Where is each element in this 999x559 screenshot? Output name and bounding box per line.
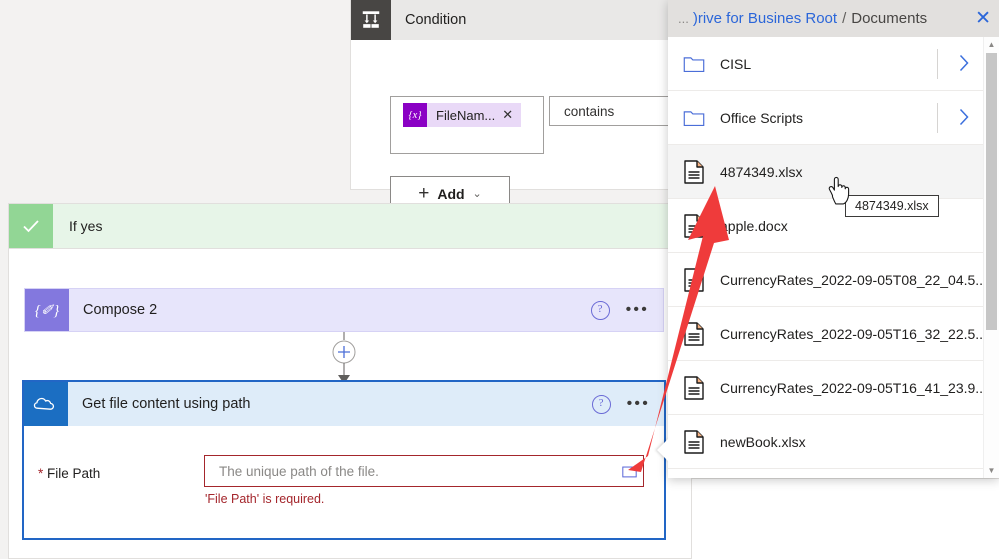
file-picker-list[interactable]: CISL Office Scripts 4874349.xlsx apple.docx… [668, 37, 984, 478]
token-label: FileNam... [436, 107, 496, 123]
row-divider [937, 49, 938, 79]
flow-connector [332, 332, 356, 384]
folder-icon [668, 109, 720, 127]
dynamic-content-token[interactable]: {x} FileNam... ✕ [403, 103, 522, 127]
condition-left-operand[interactable]: {x} FileNam... ✕ [390, 96, 544, 154]
breadcrumb: ... )rive for Busines Root / Documents [678, 10, 927, 27]
file-path-label: * File Path [38, 466, 100, 481]
required-marker: * [38, 466, 44, 481]
breadcrumb-root-link[interactable]: )rive for Busines Root [693, 10, 837, 27]
file-picker-file-row[interactable]: CurrencyRates_2022-09-05T16_32_22.5... [668, 307, 984, 361]
file-picker-scrollbar[interactable]: ▲ ▼ [983, 37, 999, 478]
file-picker-item-label: CISL [720, 55, 752, 72]
chevron-right-icon[interactable] [958, 54, 970, 75]
file-picker-file-row[interactable]: CurrencyRates_2022-09-05T08_22_04.5... [668, 253, 984, 307]
check-icon [9, 204, 53, 248]
condition-operand-cell[interactable]: {x} FileNam... ✕ [390, 96, 544, 154]
breadcrumb-current: Documents [851, 10, 928, 27]
condition-icon [351, 0, 391, 40]
file-picker-popup[interactable]: ... )rive for Busines Root / Documents ✕… [657, 0, 999, 478]
chevron-right-icon[interactable] [958, 108, 970, 129]
condition-card[interactable]: Condition {x} FileNam... ✕ contains + Ad… [350, 0, 684, 211]
file-picker-folder-row[interactable]: CISL [668, 37, 984, 91]
compose-2-header[interactable]: {✐} Compose 2 ? ••• [25, 289, 663, 331]
get-file-content-body: * File Path The unique path of the file.… [24, 426, 664, 538]
file-picker-item-label: apple.docx [720, 217, 788, 234]
get-file-content-header[interactable]: Get file content using path ? ••• [24, 382, 664, 426]
file-path-label-text: File Path [47, 466, 101, 481]
chevron-down-icon: ⌄ [472, 188, 482, 200]
file-icon [668, 213, 720, 238]
picker-background-panel [676, 478, 999, 559]
file-picker-item-label: 4874349.xlsx [720, 163, 803, 180]
compose-2-actions: ? ••• [590, 300, 663, 320]
add-button-label: Add [437, 185, 465, 202]
compose-2-card[interactable]: {✐} Compose 2 ? ••• [24, 288, 664, 332]
scroll-down-icon[interactable]: ▼ [984, 463, 999, 478]
file-path-error: 'File Path' is required. [205, 492, 325, 506]
folder-icon [668, 55, 720, 73]
get-file-content-card[interactable]: Get file content using path ? ••• * File… [22, 380, 666, 540]
file-picker-item-label: CurrencyRates_2022-09-05T16_41_23.9... [720, 379, 984, 396]
file-icon [668, 159, 720, 184]
breadcrumb-separator: / [842, 10, 847, 27]
close-icon[interactable]: ✕ [967, 9, 991, 28]
more-options-icon[interactable]: ••• [626, 302, 649, 318]
help-icon[interactable]: ? [591, 394, 611, 414]
file-picker-item-label: CurrencyRates_2022-09-05T08_22_04.5... [720, 271, 984, 288]
file-icon [668, 375, 720, 400]
file-picker-item-label: newBook.xlsx [720, 433, 806, 450]
close-icon[interactable]: ✕ [502, 107, 521, 123]
condition-operator-select[interactable]: contains [549, 96, 684, 126]
file-picker-file-row[interactable]: newBook.xlsx [668, 415, 984, 469]
condition-operator-value: contains [564, 103, 615, 119]
file-icon [668, 321, 720, 346]
onedrive-icon [24, 382, 68, 426]
file-picker-item-label: CurrencyRates_2022-09-05T16_32_22.5... [720, 325, 984, 342]
condition-body: {x} FileNam... ✕ contains + Add ⌄ [351, 40, 684, 211]
file-path-input-wrapper[interactable]: The unique path of the file. [204, 455, 644, 487]
file-name-tooltip: 4874349.xlsx [845, 195, 939, 217]
plus-icon: + [418, 183, 430, 204]
condition-title: Condition [405, 12, 467, 28]
file-picker-scrollbar-thumb[interactable] [986, 53, 997, 330]
popup-callout-arrow [657, 438, 669, 462]
file-picker-file-row[interactable]: CurrencyRates_2022-09-05T16_41_23.9... [668, 361, 984, 415]
file-icon [668, 429, 720, 454]
mouse-cursor-icon [828, 176, 850, 205]
get-file-content-actions: ? ••• [591, 394, 664, 414]
more-options-icon[interactable]: ••• [627, 396, 650, 412]
file-picker-folder-row[interactable]: Office Scripts [668, 91, 984, 145]
expression-icon: {x} [403, 103, 427, 127]
file-picker-item-label: Office Scripts [720, 109, 803, 126]
file-path-input[interactable]: The unique path of the file. [205, 464, 615, 479]
help-icon[interactable]: ? [590, 300, 610, 320]
scroll-up-icon[interactable]: ▲ [984, 37, 999, 52]
breadcrumb-overflow-icon[interactable]: ... [678, 11, 693, 26]
compose-2-title: Compose 2 [83, 302, 158, 318]
file-icon [668, 267, 720, 292]
row-divider [937, 103, 938, 133]
compose-icon: {✐} [25, 289, 69, 331]
if-yes-label: If yes [69, 218, 103, 234]
condition-card-header[interactable]: Condition [351, 0, 671, 40]
if-yes-branch-header[interactable]: If yes [8, 203, 692, 249]
folder-picker-icon[interactable] [615, 456, 643, 486]
file-picker-breadcrumb-bar: ... )rive for Busines Root / Documents ✕ [668, 0, 999, 37]
get-file-content-title: Get file content using path [82, 396, 251, 412]
